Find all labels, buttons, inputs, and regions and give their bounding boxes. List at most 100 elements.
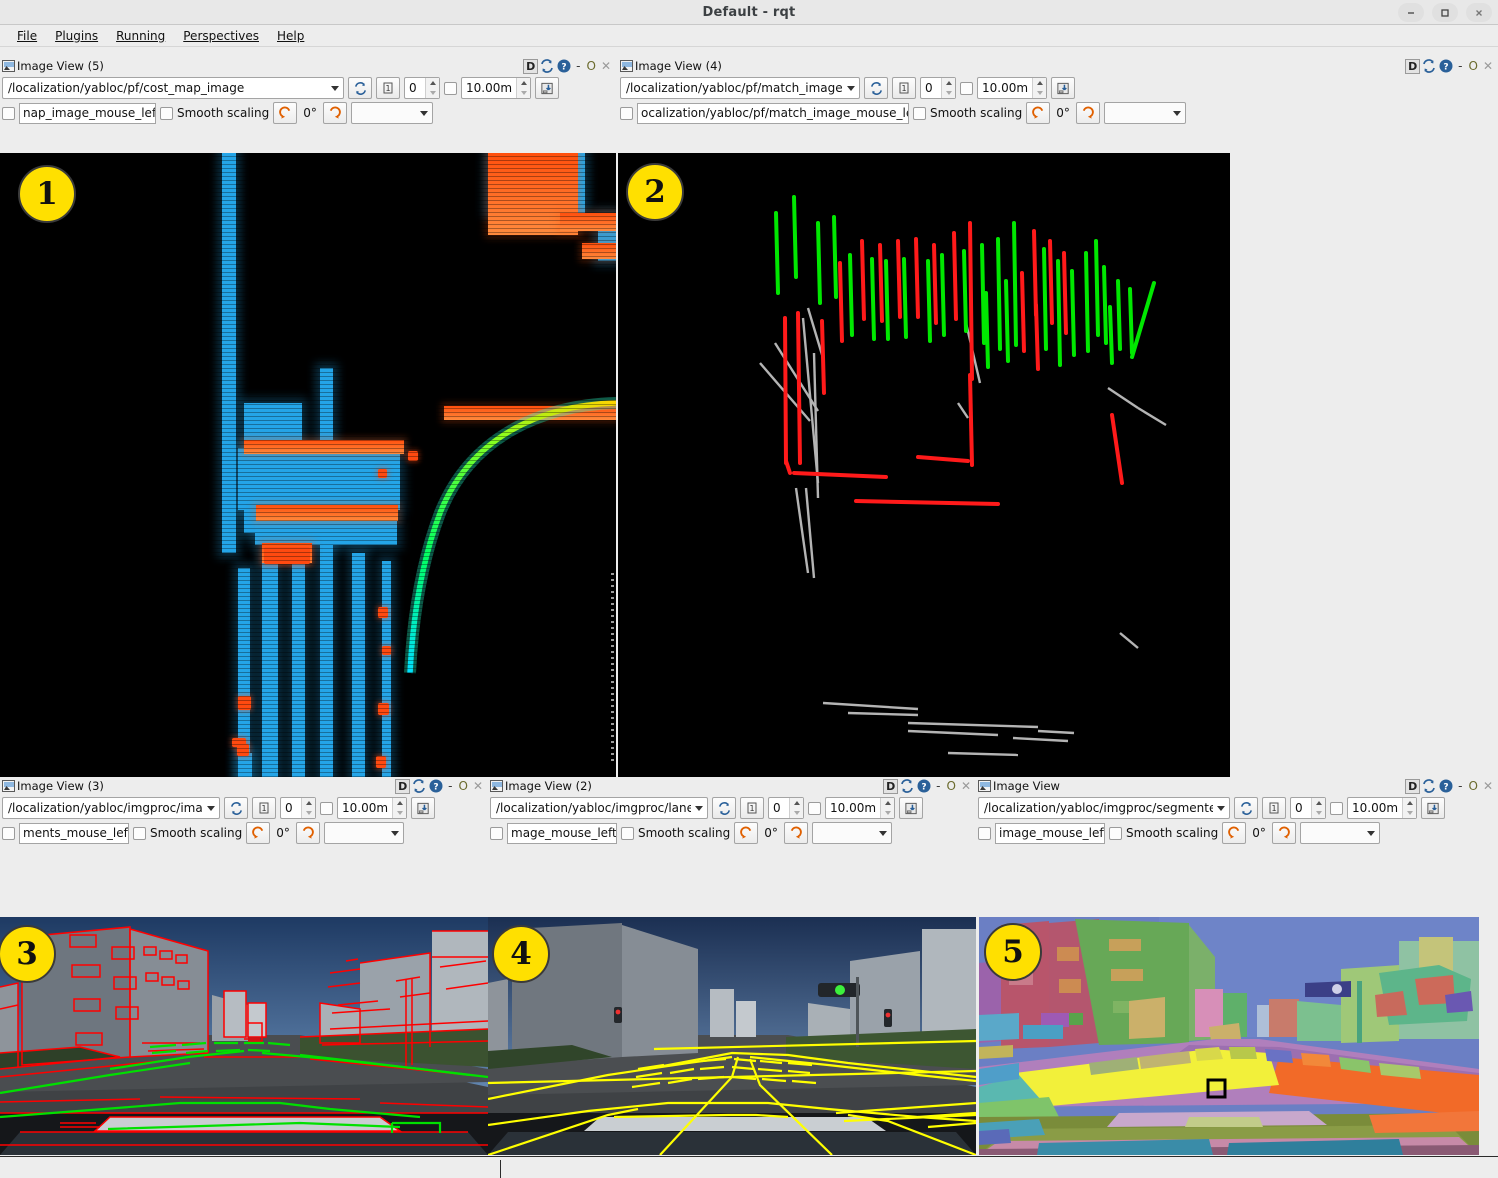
panel-minimize-5[interactable]: - — [1455, 779, 1465, 793]
panel-minimize-1[interactable]: - — [573, 59, 583, 73]
distance-spinner-1[interactable]: 10.00m — [461, 77, 531, 99]
help-icon[interactable]: ? — [428, 778, 444, 794]
panel-close-5[interactable]: ✕ — [1481, 779, 1496, 793]
mouse-topic-field-3[interactable]: ments_mouse_left — [19, 823, 129, 844]
dock-button-1[interactable]: D — [523, 59, 538, 74]
match-image-canvas[interactable]: 2 — [618, 153, 1230, 777]
topic-combo-5[interactable]: /localization/yabloc/imgproc/segmented — [978, 797, 1230, 819]
refresh-button-2[interactable] — [864, 77, 888, 99]
smooth-scaling-checkbox-2[interactable] — [913, 107, 926, 120]
rotate-left-button-1[interactable] — [273, 102, 297, 124]
index-spinner-buttons-2[interactable] — [941, 78, 955, 98]
distance-spinner-buttons-3[interactable] — [392, 798, 406, 818]
panel-float-5[interactable]: O — [1466, 779, 1479, 793]
refresh-button-3[interactable] — [224, 797, 248, 819]
panel-close-2[interactable]: ✕ — [1481, 59, 1496, 73]
rotate-right-button-3[interactable] — [296, 822, 320, 844]
help-icon[interactable]: ? — [1438, 778, 1454, 794]
distance-spinner-buttons-4[interactable] — [880, 798, 894, 818]
sync-icon[interactable] — [899, 778, 915, 794]
mouse-topic-field-1[interactable]: nap_image_mouse_left — [19, 103, 156, 124]
rotate-right-button-1[interactable] — [323, 102, 347, 124]
save-image-button-4[interactable] — [899, 797, 923, 819]
rotate-left-button-5[interactable] — [1222, 822, 1246, 844]
extra-dropdown-3[interactable] — [324, 822, 404, 844]
panel-float-4[interactable]: O — [944, 779, 957, 793]
index-spinner-3[interactable]: 0 — [280, 797, 316, 819]
index-spinner-1[interactable]: 0 — [404, 77, 440, 99]
dock-button-2[interactable]: D — [1405, 59, 1420, 74]
panel-float-2[interactable]: O — [1466, 59, 1479, 73]
frame-number-button-4[interactable]: 1 — [740, 797, 764, 819]
topic-combo-3[interactable]: /localization/yabloc/imgproc/ima — [2, 797, 220, 819]
index-spinner-4[interactable]: 0 — [768, 797, 804, 819]
save-image-button-1[interactable] — [535, 77, 559, 99]
distance-spinner-4[interactable]: 10.00m — [825, 797, 895, 819]
distance-spinner-buttons-1[interactable] — [516, 78, 530, 98]
panel-float-1[interactable]: O — [584, 59, 597, 73]
menu-help[interactable]: Help — [268, 27, 313, 45]
help-icon[interactable]: ? — [916, 778, 932, 794]
index-spinner-buttons-5[interactable] — [1311, 798, 1325, 818]
distance-spinner-3[interactable]: 10.00m — [337, 797, 407, 819]
rotate-right-button-4[interactable] — [784, 822, 808, 844]
smooth-scaling-checkbox-5[interactable] — [1109, 827, 1122, 840]
panel-minimize-3[interactable]: - — [445, 779, 455, 793]
rotate-right-button-2[interactable] — [1076, 102, 1100, 124]
panel-close-1[interactable]: ✕ — [599, 59, 614, 73]
maximize-button[interactable] — [1432, 3, 1458, 22]
panel-close-3[interactable]: ✕ — [471, 779, 486, 793]
help-icon[interactable]: ? — [556, 58, 572, 74]
mouse-publish-checkbox-5[interactable] — [978, 827, 991, 840]
help-icon[interactable]: ? — [1438, 58, 1454, 74]
mouse-publish-checkbox-3[interactable] — [2, 827, 15, 840]
topic-combo-2[interactable]: /localization/yabloc/pf/match_image — [620, 77, 860, 99]
panel-close-4[interactable]: ✕ — [959, 779, 974, 793]
extra-dropdown-4[interactable] — [812, 822, 892, 844]
distance-spinner-buttons-5[interactable] — [1402, 798, 1416, 818]
topic-combo-4[interactable]: /localization/yabloc/imgproc/lane — [490, 797, 708, 819]
smooth-scaling-checkbox-1[interactable] — [160, 107, 173, 120]
lane-image-canvas[interactable]: 4 — [488, 917, 976, 1155]
refresh-button-4[interactable] — [712, 797, 736, 819]
distance-spinner-5[interactable]: 10.00m — [1347, 797, 1417, 819]
rotate-right-button-5[interactable] — [1272, 822, 1296, 844]
sync-icon[interactable] — [411, 778, 427, 794]
save-image-button-5[interactable] — [1421, 797, 1445, 819]
mouse-publish-checkbox-1[interactable] — [2, 107, 15, 120]
sync-icon[interactable] — [1421, 778, 1437, 794]
sync-icon[interactable] — [539, 58, 555, 74]
index-spinner-buttons-4[interactable] — [789, 798, 803, 818]
menu-file[interactable]: File — [8, 27, 46, 45]
menu-plugins[interactable]: Plugins — [46, 27, 107, 45]
save-image-button-3[interactable] — [411, 797, 435, 819]
extra-dropdown-5[interactable] — [1300, 822, 1380, 844]
mouse-publish-checkbox-4[interactable] — [490, 827, 503, 840]
distance-checkbox-2[interactable] — [960, 82, 973, 95]
panel-minimize-2[interactable]: - — [1455, 59, 1465, 73]
distance-checkbox-4[interactable] — [808, 802, 821, 815]
panel-float-3[interactable]: O — [456, 779, 469, 793]
rotate-left-button-3[interactable] — [246, 822, 270, 844]
distance-checkbox-5[interactable] — [1330, 802, 1343, 815]
sync-icon[interactable] — [1421, 58, 1437, 74]
mouse-publish-checkbox-2[interactable] — [620, 107, 633, 120]
dock-button-4[interactable]: D — [883, 779, 898, 794]
frame-number-button-3[interactable]: 1 — [252, 797, 276, 819]
mouse-topic-field-4[interactable]: mage_mouse_left — [507, 823, 617, 844]
rotate-left-button-4[interactable] — [734, 822, 758, 844]
cost-map-canvas[interactable]: 1 — [0, 153, 616, 777]
mouse-topic-field-5[interactable]: image_mouse_left — [995, 823, 1105, 844]
menu-running[interactable]: Running — [107, 27, 174, 45]
frame-number-button-5[interactable]: 1 — [1262, 797, 1286, 819]
index-spinner-5[interactable]: 0 — [1290, 797, 1326, 819]
index-spinner-2[interactable]: 0 — [920, 77, 956, 99]
smooth-scaling-checkbox-3[interactable] — [133, 827, 146, 840]
topic-combo-1[interactable]: /localization/yabloc/pf/cost_map_image — [2, 77, 344, 99]
distance-checkbox-1[interactable] — [444, 82, 457, 95]
refresh-button-5[interactable] — [1234, 797, 1258, 819]
minimize-button[interactable] — [1398, 3, 1424, 22]
distance-spinner-2[interactable]: 10.00m — [977, 77, 1047, 99]
save-image-button-2[interactable] — [1051, 77, 1075, 99]
frame-number-button-2[interactable]: 1 — [892, 77, 916, 99]
